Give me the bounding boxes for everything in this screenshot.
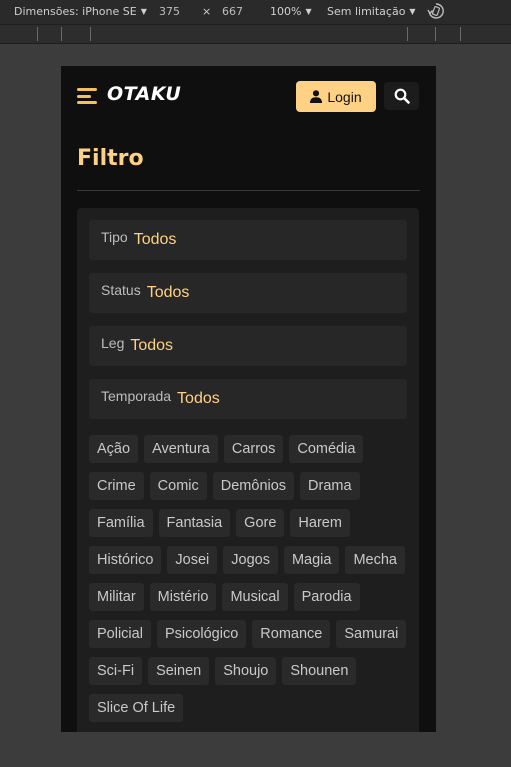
genre-tag[interactable]: Josei: [167, 546, 218, 574]
page-title: Filtro: [77, 146, 144, 171]
filter-label: Tipo: [101, 229, 128, 245]
throttle-select[interactable]: Sem limitação ▼: [327, 5, 416, 18]
divider: [77, 190, 420, 191]
filter-label: Temporada: [101, 388, 172, 404]
filter-leg[interactable]: Leg Todos: [89, 326, 407, 366]
devtools-toolbar: Dimensões: iPhone SE ▼ 375 × 667 100% ▼ …: [0, 0, 511, 24]
menu-icon[interactable]: [77, 88, 97, 104]
filter-temporada[interactable]: Temporada Todos: [89, 379, 407, 419]
device-select[interactable]: Dimensões: iPhone SE ▼: [14, 5, 147, 18]
genre-tag[interactable]: Seinen: [148, 657, 210, 685]
genre-list: Ação Aventura Carros Comédia Crime Comic…: [89, 435, 409, 722]
user-icon: [310, 90, 323, 103]
filter-status[interactable]: Status Todos: [89, 273, 407, 313]
genre-tag[interactable]: Comédia: [289, 435, 364, 463]
login-button[interactable]: Login: [296, 81, 376, 112]
genre-tag[interactable]: Mecha: [345, 546, 405, 574]
genre-tag[interactable]: Gore: [236, 509, 285, 537]
rotate-icon[interactable]: [427, 2, 445, 20]
search-button[interactable]: [384, 82, 419, 110]
filter-label: Status: [101, 282, 141, 298]
times-sign: ×: [202, 5, 212, 18]
search-icon: [394, 88, 410, 104]
genre-tag[interactable]: Militar: [89, 583, 144, 611]
genre-tag[interactable]: Romance: [252, 620, 331, 648]
genre-tag[interactable]: Samurai: [336, 620, 407, 648]
genre-tag[interactable]: Slice Of Life: [89, 694, 184, 722]
filter-label: Leg: [101, 335, 125, 351]
chevron-down-icon: ▼: [140, 7, 147, 16]
site-logo[interactable]: OTAKU: [107, 83, 181, 105]
ruler-tick: [61, 27, 62, 41]
site-header: OTAKU Login: [61, 66, 436, 128]
genre-tag[interactable]: Carros: [223, 435, 284, 463]
genre-tag[interactable]: Drama: [300, 472, 360, 500]
filter-value: Todos: [133, 231, 177, 248]
filter-value: Todos: [146, 284, 190, 301]
genre-tag[interactable]: Harem: [290, 509, 350, 537]
ruler-tick: [460, 27, 461, 41]
genre-tag[interactable]: Ação: [89, 435, 139, 463]
ruler-tick: [435, 27, 436, 41]
genre-tag[interactable]: Magia: [283, 546, 340, 574]
genre-tag[interactable]: Jogos: [223, 546, 278, 574]
device-viewport: OTAKU Login Filtro Tipo Todos Status Tod…: [61, 66, 436, 732]
filter-value: Todos: [130, 337, 174, 354]
media-query-ruler: [0, 24, 511, 44]
genre-tag[interactable]: Fantasia: [158, 509, 231, 537]
ruler-tick: [90, 27, 91, 41]
genre-tag[interactable]: Psicológico: [156, 620, 247, 648]
genre-tag[interactable]: Histórico: [89, 546, 162, 574]
zoom-label: 100%: [270, 5, 302, 18]
zoom-select[interactable]: 100% ▼: [270, 5, 312, 18]
genre-tag[interactable]: Crime: [89, 472, 144, 500]
genre-tag[interactable]: Família: [89, 509, 153, 537]
genre-tag[interactable]: Policial: [89, 620, 151, 648]
login-label: Login: [327, 88, 362, 105]
filter-value: Todos: [177, 390, 220, 407]
height-input[interactable]: 667: [222, 5, 243, 18]
genre-tag[interactable]: Mistério: [149, 583, 217, 611]
filter-tipo[interactable]: Tipo Todos: [89, 220, 407, 260]
genre-tag[interactable]: Comic: [149, 472, 207, 500]
filter-panel: Tipo Todos Status Todos Leg Todos Tempor…: [77, 208, 419, 732]
genre-tag[interactable]: Shoujo: [215, 657, 277, 685]
device-label: Dimensões: iPhone SE: [14, 5, 137, 18]
chevron-down-icon: ▼: [409, 7, 416, 16]
width-input[interactable]: 375: [159, 5, 180, 18]
genre-tag[interactable]: Aventura: [144, 435, 218, 463]
ruler-tick: [37, 27, 38, 41]
genre-tag[interactable]: Musical: [222, 583, 288, 611]
throttle-label: Sem limitação: [327, 5, 406, 18]
chevron-down-icon: ▼: [305, 7, 312, 16]
genre-tag[interactable]: Demônios: [212, 472, 295, 500]
genre-tag[interactable]: Shounen: [282, 657, 357, 685]
genre-tag[interactable]: Parodia: [293, 583, 360, 611]
ruler-tick: [407, 27, 408, 41]
genre-tag[interactable]: Sci-Fi: [89, 657, 143, 685]
